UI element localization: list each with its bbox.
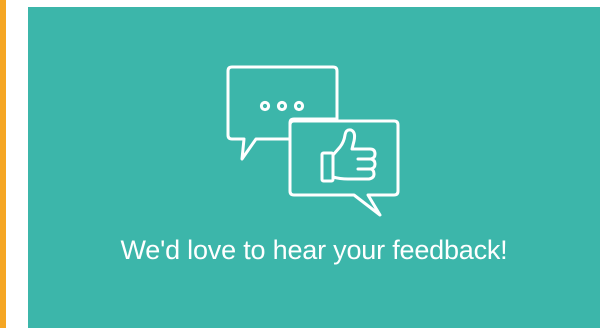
accent-bar [0, 0, 6, 328]
feedback-card: We'd love to hear your feedback! [28, 7, 600, 328]
speech-bubble-ellipsis-icon [226, 65, 339, 161]
feedback-illustration [226, 65, 400, 217]
thumbs-up-bubble-icon [288, 119, 400, 217]
feedback-headline: We'd love to hear your feedback! [120, 235, 508, 265]
